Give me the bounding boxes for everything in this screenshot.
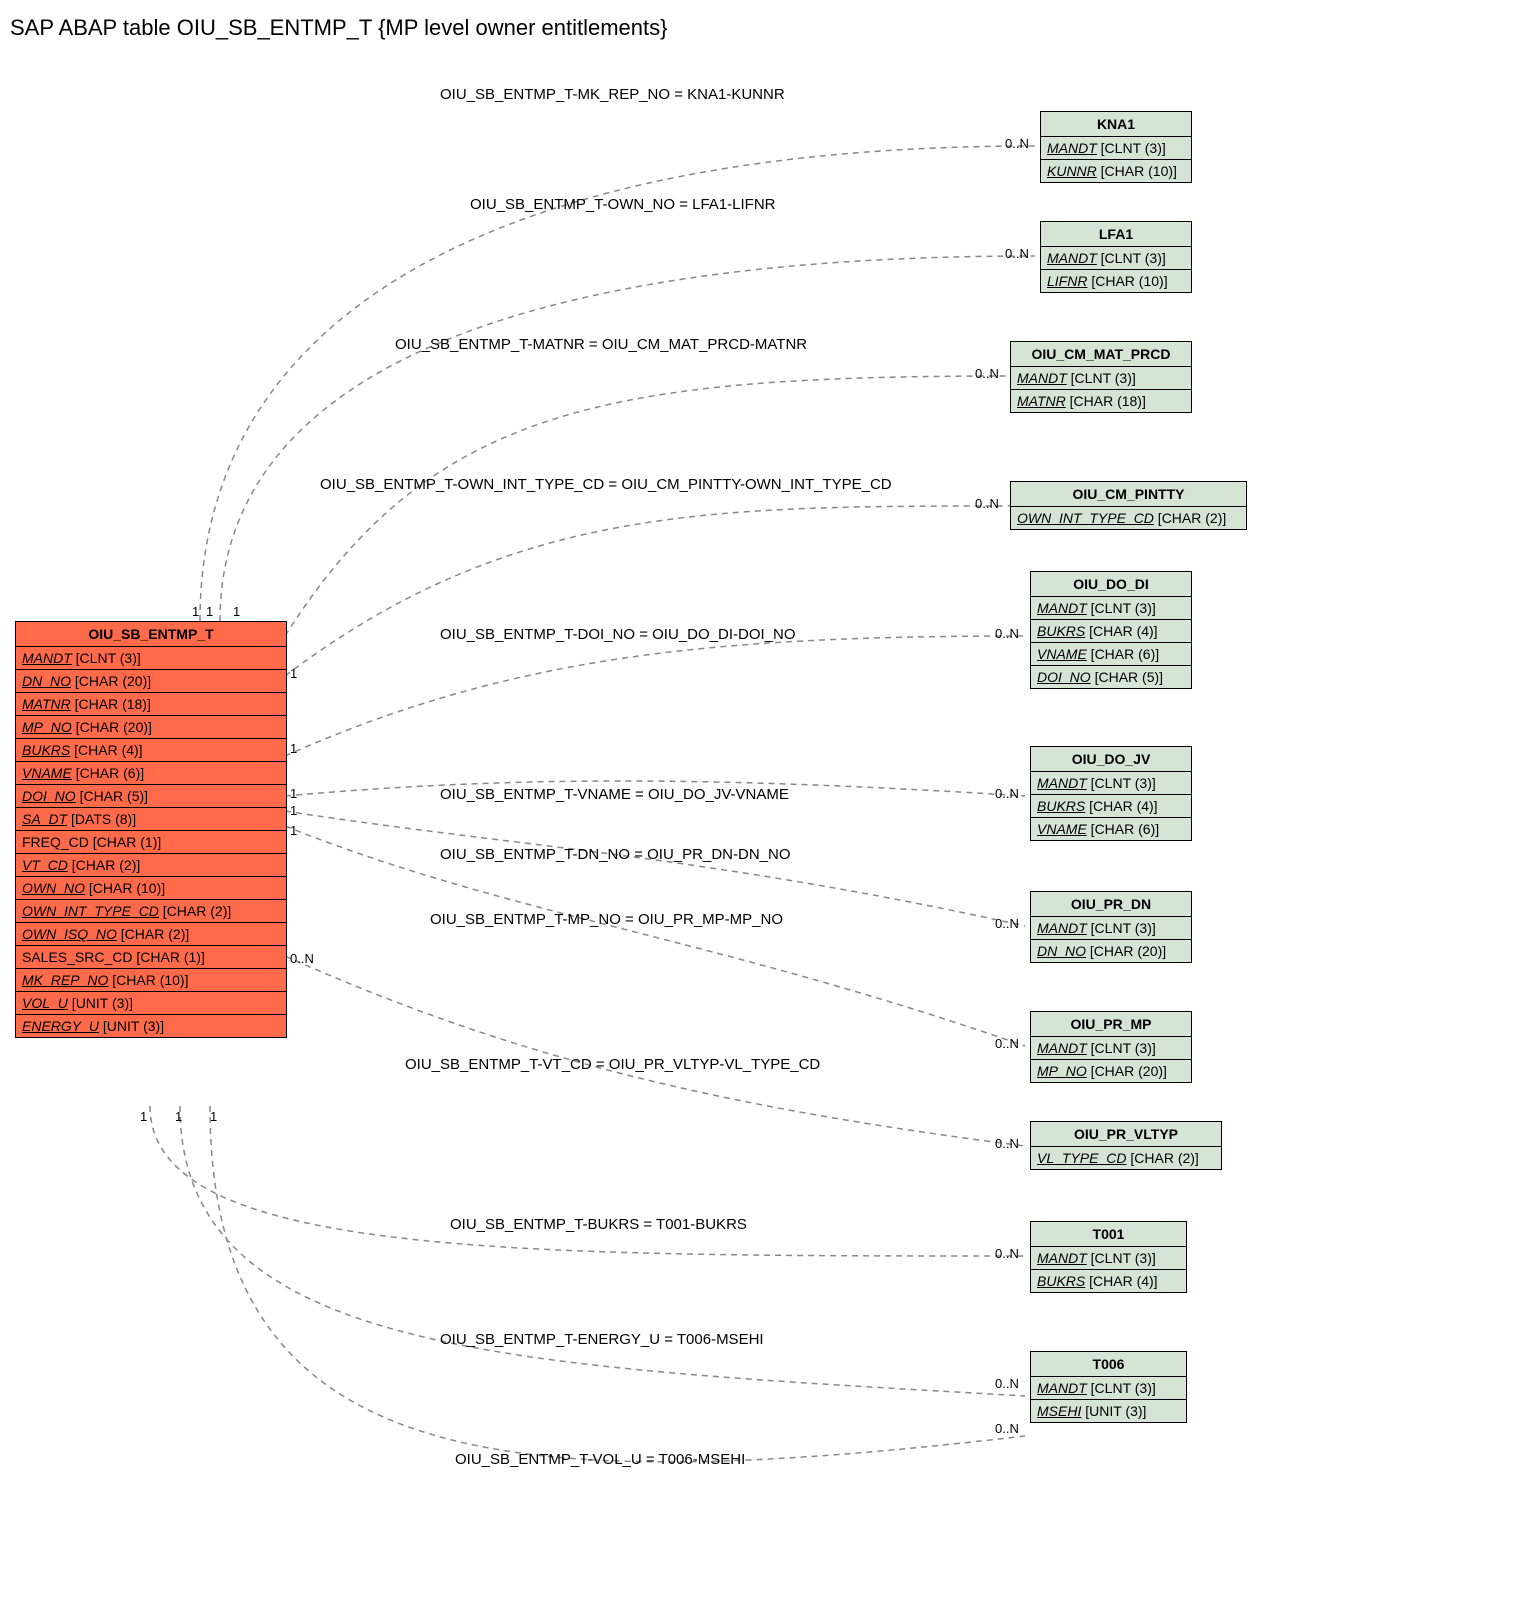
entity-field: MSEHI [UNIT (3)] <box>1031 1400 1186 1422</box>
entity-field: OWN_NO [CHAR (10)] <box>16 877 286 900</box>
cardinality: 1 <box>290 823 297 838</box>
cardinality: 0..N <box>975 496 999 511</box>
entity-field: DOI_NO [CHAR (5)] <box>1031 666 1191 688</box>
relation-label: OIU_SB_ENTMP_T-DN_NO = OIU_PR_DN-DN_NO <box>440 846 791 863</box>
entity-field: KUNNR [CHAR (10)] <box>1041 160 1191 182</box>
entity-oiu-pr-vltyp: OIU_PR_VLTYPVL_TYPE_CD [CHAR (2)] <box>1030 1121 1222 1170</box>
entity-field: LIFNR [CHAR (10)] <box>1041 270 1191 292</box>
entity-field: DN_NO [CHAR (20)] <box>16 670 286 693</box>
page-title: SAP ABAP table OIU_SB_ENTMP_T {MP level … <box>10 15 1517 41</box>
entity-oiu-sb-entmp-t: OIU_SB_ENTMP_T MANDT [CLNT (3)]DN_NO [CH… <box>15 621 287 1038</box>
entity-field: MANDT [CLNT (3)] <box>1011 367 1191 390</box>
entity-field: MATNR [CHAR (18)] <box>16 693 286 716</box>
entity-field: MANDT [CLNT (3)] <box>1041 247 1191 270</box>
cardinality: 1 <box>140 1109 147 1124</box>
relation-label: OIU_SB_ENTMP_T-MP_NO = OIU_PR_MP-MP_NO <box>430 911 783 928</box>
cardinality: 0..N <box>995 1421 1019 1436</box>
entity-field: DN_NO [CHAR (20)] <box>1031 940 1191 962</box>
entity-field: BUKRS [CHAR (4)] <box>1031 795 1191 818</box>
entity-field: MANDT [CLNT (3)] <box>1031 1247 1186 1270</box>
entity-field: VNAME [CHAR (6)] <box>16 762 286 785</box>
entity-field: MATNR [CHAR (18)] <box>1011 390 1191 412</box>
cardinality: 0..N <box>995 1246 1019 1261</box>
cardinality: 0..N <box>975 366 999 381</box>
entity-field: ENERGY_U [UNIT (3)] <box>16 1015 286 1037</box>
entity-field: VL_TYPE_CD [CHAR (2)] <box>1031 1147 1221 1169</box>
er-diagram: OIU_SB_ENTMP_T MANDT [CLNT (3)]DN_NO [CH… <box>10 56 1507 1606</box>
entity-t001: T001MANDT [CLNT (3)]BUKRS [CHAR (4)] <box>1030 1221 1187 1293</box>
entity-field: VNAME [CHAR (6)] <box>1031 643 1191 666</box>
cardinality: 0..N <box>995 626 1019 641</box>
cardinality: 1 <box>175 1109 182 1124</box>
cardinality: 1 <box>290 741 297 756</box>
cardinality: 0..N <box>1005 136 1029 151</box>
entity-field: VT_CD [CHAR (2)] <box>16 854 286 877</box>
entity-field: BUKRS [CHAR (4)] <box>16 739 286 762</box>
entity-field: MK_REP_NO [CHAR (10)] <box>16 969 286 992</box>
cardinality: 0..N <box>1005 246 1029 261</box>
entity-field: MANDT [CLNT (3)] <box>1031 772 1191 795</box>
entity-field: MANDT [CLNT (3)] <box>1031 1377 1186 1400</box>
entity-field: MP_NO [CHAR (20)] <box>16 716 286 739</box>
entity-field: SA_DT [DATS (8)] <box>16 808 286 831</box>
cardinality: 1 <box>290 786 297 801</box>
entity-field: OWN_ISQ_NO [CHAR (2)] <box>16 923 286 946</box>
entity-field: FREQ_CD [CHAR (1)] <box>16 831 286 854</box>
entity-kna1: KNA1MANDT [CLNT (3)]KUNNR [CHAR (10)] <box>1040 111 1192 183</box>
relation-label: OIU_SB_ENTMP_T-DOI_NO = OIU_DO_DI-DOI_NO <box>440 626 796 643</box>
entity-field: MP_NO [CHAR (20)] <box>1031 1060 1191 1082</box>
relation-label: OIU_SB_ENTMP_T-VT_CD = OIU_PR_VLTYP-VL_T… <box>405 1056 820 1073</box>
entity-t006: T006MANDT [CLNT (3)]MSEHI [UNIT (3)] <box>1030 1351 1187 1423</box>
relation-label: OIU_SB_ENTMP_T-BUKRS = T001-BUKRS <box>450 1216 747 1233</box>
cardinality: 1 <box>290 803 297 818</box>
entity-oiu-do-jv: OIU_DO_JVMANDT [CLNT (3)]BUKRS [CHAR (4)… <box>1030 746 1192 841</box>
entity-header: OIU_SB_ENTMP_T <box>16 622 286 647</box>
cardinality: 0..N <box>995 1376 1019 1391</box>
relation-label: OIU_SB_ENTMP_T-MATNR = OIU_CM_MAT_PRCD-M… <box>395 336 807 353</box>
entity-field: SALES_SRC_CD [CHAR (1)] <box>16 946 286 969</box>
relation-label: OIU_SB_ENTMP_T-VOL_U = T006-MSEHI <box>455 1451 745 1468</box>
entity-field: MANDT [CLNT (3)] <box>1031 1037 1191 1060</box>
entity-oiu-cm-mat-prcd: OIU_CM_MAT_PRCDMANDT [CLNT (3)]MATNR [CH… <box>1010 341 1192 413</box>
relation-label: OIU_SB_ENTMP_T-MK_REP_NO = KNA1-KUNNR <box>440 86 785 103</box>
relation-label: OIU_SB_ENTMP_T-OWN_NO = LFA1-LIFNR <box>470 196 776 213</box>
cardinality: 1 <box>233 604 240 619</box>
cardinality: 0..N <box>995 1136 1019 1151</box>
cardinality: 1 <box>192 604 199 619</box>
entity-oiu-do-di: OIU_DO_DIMANDT [CLNT (3)]BUKRS [CHAR (4)… <box>1030 571 1192 689</box>
relation-label: OIU_SB_ENTMP_T-OWN_INT_TYPE_CD = OIU_CM_… <box>320 476 892 493</box>
entity-field: MANDT [CLNT (3)] <box>1031 917 1191 940</box>
cardinality: 1 <box>210 1109 217 1124</box>
entity-field: VOL_U [UNIT (3)] <box>16 992 286 1015</box>
entity-lfa1: LFA1MANDT [CLNT (3)]LIFNR [CHAR (10)] <box>1040 221 1192 293</box>
entity-oiu-cm-pintty: OIU_CM_PINTTYOWN_INT_TYPE_CD [CHAR (2)] <box>1010 481 1247 530</box>
entity-oiu-pr-mp: OIU_PR_MPMANDT [CLNT (3)]MP_NO [CHAR (20… <box>1030 1011 1192 1083</box>
entity-field: VNAME [CHAR (6)] <box>1031 818 1191 840</box>
cardinality: 0..N <box>995 916 1019 931</box>
relation-label: OIU_SB_ENTMP_T-ENERGY_U = T006-MSEHI <box>440 1331 764 1348</box>
entity-field: OWN_INT_TYPE_CD [CHAR (2)] <box>1011 507 1246 529</box>
entity-field: BUKRS [CHAR (4)] <box>1031 620 1191 643</box>
entity-oiu-pr-dn: OIU_PR_DNMANDT [CLNT (3)]DN_NO [CHAR (20… <box>1030 891 1192 963</box>
relation-label: OIU_SB_ENTMP_T-VNAME = OIU_DO_JV-VNAME <box>440 786 789 803</box>
cardinality: 0..N <box>290 951 314 966</box>
cardinality: 1 <box>206 604 213 619</box>
cardinality: 1 <box>290 666 297 681</box>
entity-field: MANDT [CLNT (3)] <box>16 647 286 670</box>
entity-field: MANDT [CLNT (3)] <box>1031 597 1191 620</box>
entity-field: OWN_INT_TYPE_CD [CHAR (2)] <box>16 900 286 923</box>
entity-field: BUKRS [CHAR (4)] <box>1031 1270 1186 1292</box>
entity-field: MANDT [CLNT (3)] <box>1041 137 1191 160</box>
cardinality: 0..N <box>995 786 1019 801</box>
entity-field: DOI_NO [CHAR (5)] <box>16 785 286 808</box>
cardinality: 0..N <box>995 1036 1019 1051</box>
